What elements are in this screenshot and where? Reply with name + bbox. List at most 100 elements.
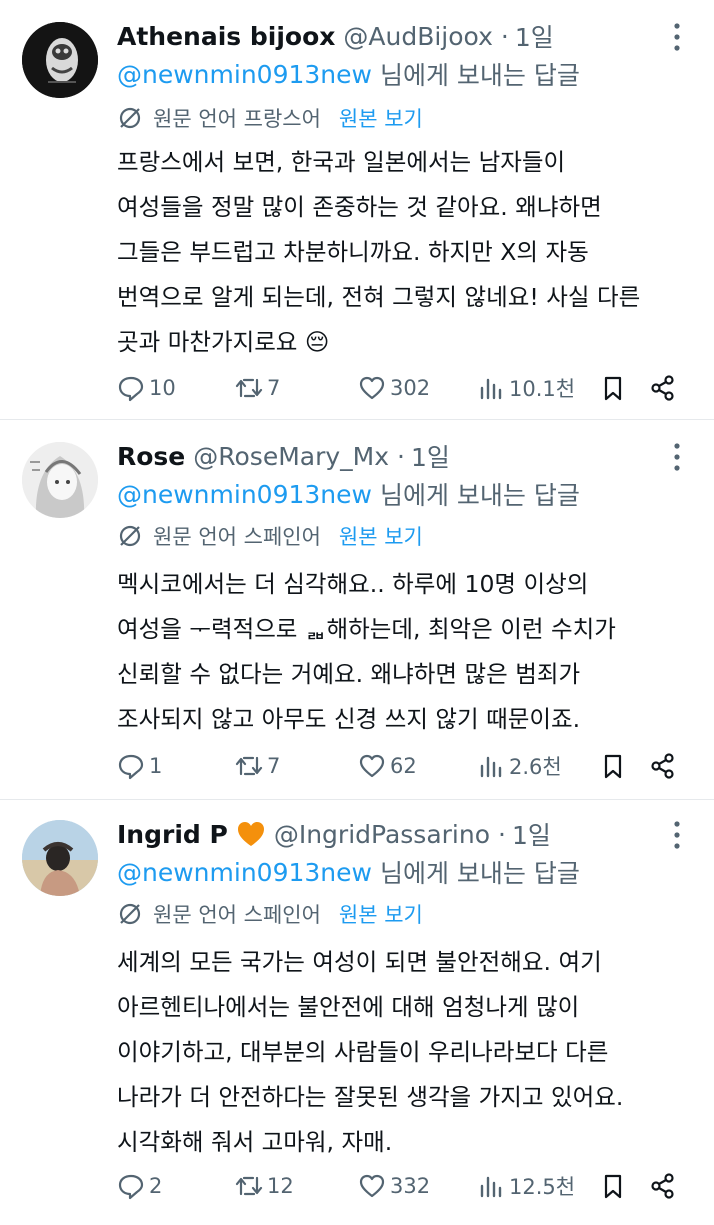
text-line: 세계의 모든 국가는 여성이 되면 불안전해요. 여기 — [117, 948, 602, 976]
show-original-link[interactable]: 원본 보기 — [339, 899, 423, 929]
reply-feed: Athenais bijoox @AudBijoox · 1일 @newnmin… — [0, 0, 714, 1225]
bar-chart-icon — [480, 1176, 502, 1198]
view-count: 2.6천 — [509, 755, 562, 779]
text-line: 시각화해 줘서 고마워, 자매. — [117, 1128, 393, 1156]
text-line: 프랑스에서 보면, 한국과 일본에서는 남자들이 — [117, 148, 566, 176]
show-original-link[interactable]: 원본 보기 — [339, 521, 423, 551]
text-line: 번역으로 알게 되는데, 전혀 그렇지 않네요! 사실 다른 — [117, 283, 641, 311]
user-handle[interactable]: @AudBijoox — [343, 22, 492, 51]
bar-chart-icon — [480, 756, 502, 778]
mention-link[interactable]: @newnmin0913new — [117, 480, 372, 509]
repost-count: 12 — [267, 1174, 294, 1198]
more-vertical-icon[interactable] — [672, 820, 682, 850]
repost-button[interactable]: 12 — [235, 1166, 294, 1206]
post-age[interactable]: 1일 — [411, 438, 450, 474]
view-count: 12.5천 — [509, 1175, 576, 1199]
avatar[interactable] — [22, 22, 98, 98]
views-button[interactable]: 12.5천 — [477, 1166, 575, 1206]
repost-arrows-icon — [235, 756, 263, 776]
like-button[interactable]: 302 — [358, 368, 430, 408]
like-count: 332 — [390, 1174, 431, 1198]
heart-icon — [359, 1174, 385, 1198]
text-line: 곳과 마찬가지로요 😔 — [117, 328, 330, 356]
reply-count: 1 — [149, 754, 163, 778]
separator-dot: · — [498, 819, 506, 849]
reply-button[interactable]: 10 — [117, 368, 176, 408]
tweet-header: Athenais bijoox @AudBijoox · 1일 — [117, 16, 654, 56]
bookmark-button[interactable] — [599, 746, 627, 786]
speech-bubble-icon — [118, 1174, 144, 1200]
mention-link[interactable]: @newnmin0913new — [117, 858, 372, 887]
like-count: 62 — [390, 754, 417, 778]
tweet-rose[interactable]: Rose @RoseMary_Mx · 1일 @newnmin0913new 님… — [0, 420, 714, 800]
bookmark-icon — [604, 1174, 622, 1199]
share-icon — [651, 375, 674, 401]
speech-bubble-icon — [118, 754, 144, 780]
reply-suffix: 님에게 보내는 답글 — [379, 61, 580, 90]
separator-dot: · — [500, 21, 509, 51]
tweet-ingrid[interactable]: Ingrid P @IngridPassarino · 1일 @newnmin0… — [0, 800, 714, 1225]
share-button[interactable] — [649, 368, 677, 408]
post-age[interactable]: 1일 — [515, 18, 554, 54]
reply-button[interactable]: 1 — [117, 746, 162, 786]
display-name[interactable]: Ingrid P — [117, 820, 228, 849]
mention-link[interactable]: @newnmin0913new — [117, 60, 372, 89]
action-bar: 1 7 62 2.6천 — [117, 746, 687, 786]
views-button[interactable]: 10.1천 — [477, 368, 575, 408]
avatar[interactable] — [22, 820, 98, 896]
reply-count: 10 — [149, 376, 176, 400]
action-bar: 10 7 302 10.1천 — [117, 368, 687, 408]
repost-arrows-icon — [235, 378, 263, 398]
bookmark-button[interactable] — [599, 368, 627, 408]
tweet-header: Ingrid P @IngridPassarino · 1일 — [117, 814, 654, 854]
orange-heart-icon — [237, 822, 264, 846]
translation-notice: 원문 언어 스페인어 원본 보기 — [117, 894, 423, 934]
display-name[interactable]: Rose — [117, 442, 185, 471]
bookmark-icon — [604, 754, 622, 779]
user-handle[interactable]: @RoseMary_Mx — [193, 442, 389, 471]
speech-bubble-icon — [118, 376, 144, 402]
separator-dot: · — [397, 441, 405, 471]
bookmark-button[interactable] — [599, 1166, 627, 1206]
like-button[interactable]: 332 — [358, 1166, 430, 1206]
action-bar: 2 12 332 12.5천 — [117, 1166, 687, 1206]
translate-slash-icon — [119, 903, 141, 925]
repost-count: 7 — [267, 376, 281, 400]
text-line: 여성들을 정말 많이 존중하는 것 같아요. 왜냐하면 — [117, 193, 602, 221]
text-line: 조사되지 않고 아무도 신경 쓰지 않기 때문이죠. — [117, 705, 581, 733]
text-line: 이야기하고, 대부분의 사람들이 우리나라보다 다른 — [117, 1038, 609, 1066]
repost-button[interactable]: 7 — [235, 368, 280, 408]
like-count: 302 — [390, 376, 431, 400]
replying-to: @newnmin0913new 님에게 보내는 답글 — [117, 852, 580, 892]
reply-suffix: 님에게 보내는 답글 — [379, 481, 580, 510]
tweet-text: 세계의 모든 국가는 여성이 되면 불안전해요. 여기 아르헨티나에서는 불안전… — [117, 940, 687, 1165]
view-count: 10.1천 — [509, 377, 576, 401]
like-button[interactable]: 62 — [358, 746, 417, 786]
text-line: 그들은 부드럽고 차분하니까요. 하지만 X의 자동 — [117, 238, 589, 266]
more-vertical-icon[interactable] — [672, 442, 682, 472]
post-age[interactable]: 1일 — [512, 816, 551, 852]
tweet-text: 프랑스에서 보면, 한국과 일본에서는 남자들이 여성들을 정말 많이 존중하는… — [117, 140, 687, 365]
show-original-link[interactable]: 원본 보기 — [339, 103, 423, 133]
reply-button[interactable]: 2 — [117, 1166, 162, 1206]
avatar[interactable] — [22, 442, 98, 518]
share-icon — [651, 1173, 674, 1199]
translation-label: 원문 언어 프랑스어 — [153, 107, 321, 131]
views-button[interactable]: 2.6천 — [477, 746, 562, 786]
text-line: 여성을 ᅮ력적으로 ᆲ해하는데, 최악은 이런 수치가 — [117, 615, 616, 643]
tweet-text: 멕시코에서는 더 심각해요.. 하루에 10명 이상의 여성을 ᅮ력적으로 ᆲ해… — [117, 562, 687, 742]
share-button[interactable] — [649, 1166, 677, 1206]
share-button[interactable] — [649, 746, 677, 786]
share-icon — [651, 753, 674, 779]
more-vertical-icon[interactable] — [672, 22, 682, 52]
user-handle[interactable]: @IngridPassarino — [274, 820, 490, 849]
tweet-athenais[interactable]: Athenais bijoox @AudBijoox · 1일 @newnmin… — [0, 0, 714, 420]
translation-label: 원문 언어 스페인어 — [153, 903, 321, 927]
reply-count: 2 — [149, 1174, 163, 1198]
translate-slash-icon — [119, 525, 141, 547]
tweet-header: Rose @RoseMary_Mx · 1일 — [117, 436, 654, 476]
repost-button[interactable]: 7 — [235, 746, 280, 786]
display-name[interactable]: Athenais bijoox — [117, 22, 335, 51]
text-line: 멕시코에서는 더 심각해요.. 하루에 10명 이상의 — [117, 570, 589, 598]
text-line: 나라가 더 안전하다는 잘못된 생각을 가지고 있어요. — [117, 1083, 624, 1111]
